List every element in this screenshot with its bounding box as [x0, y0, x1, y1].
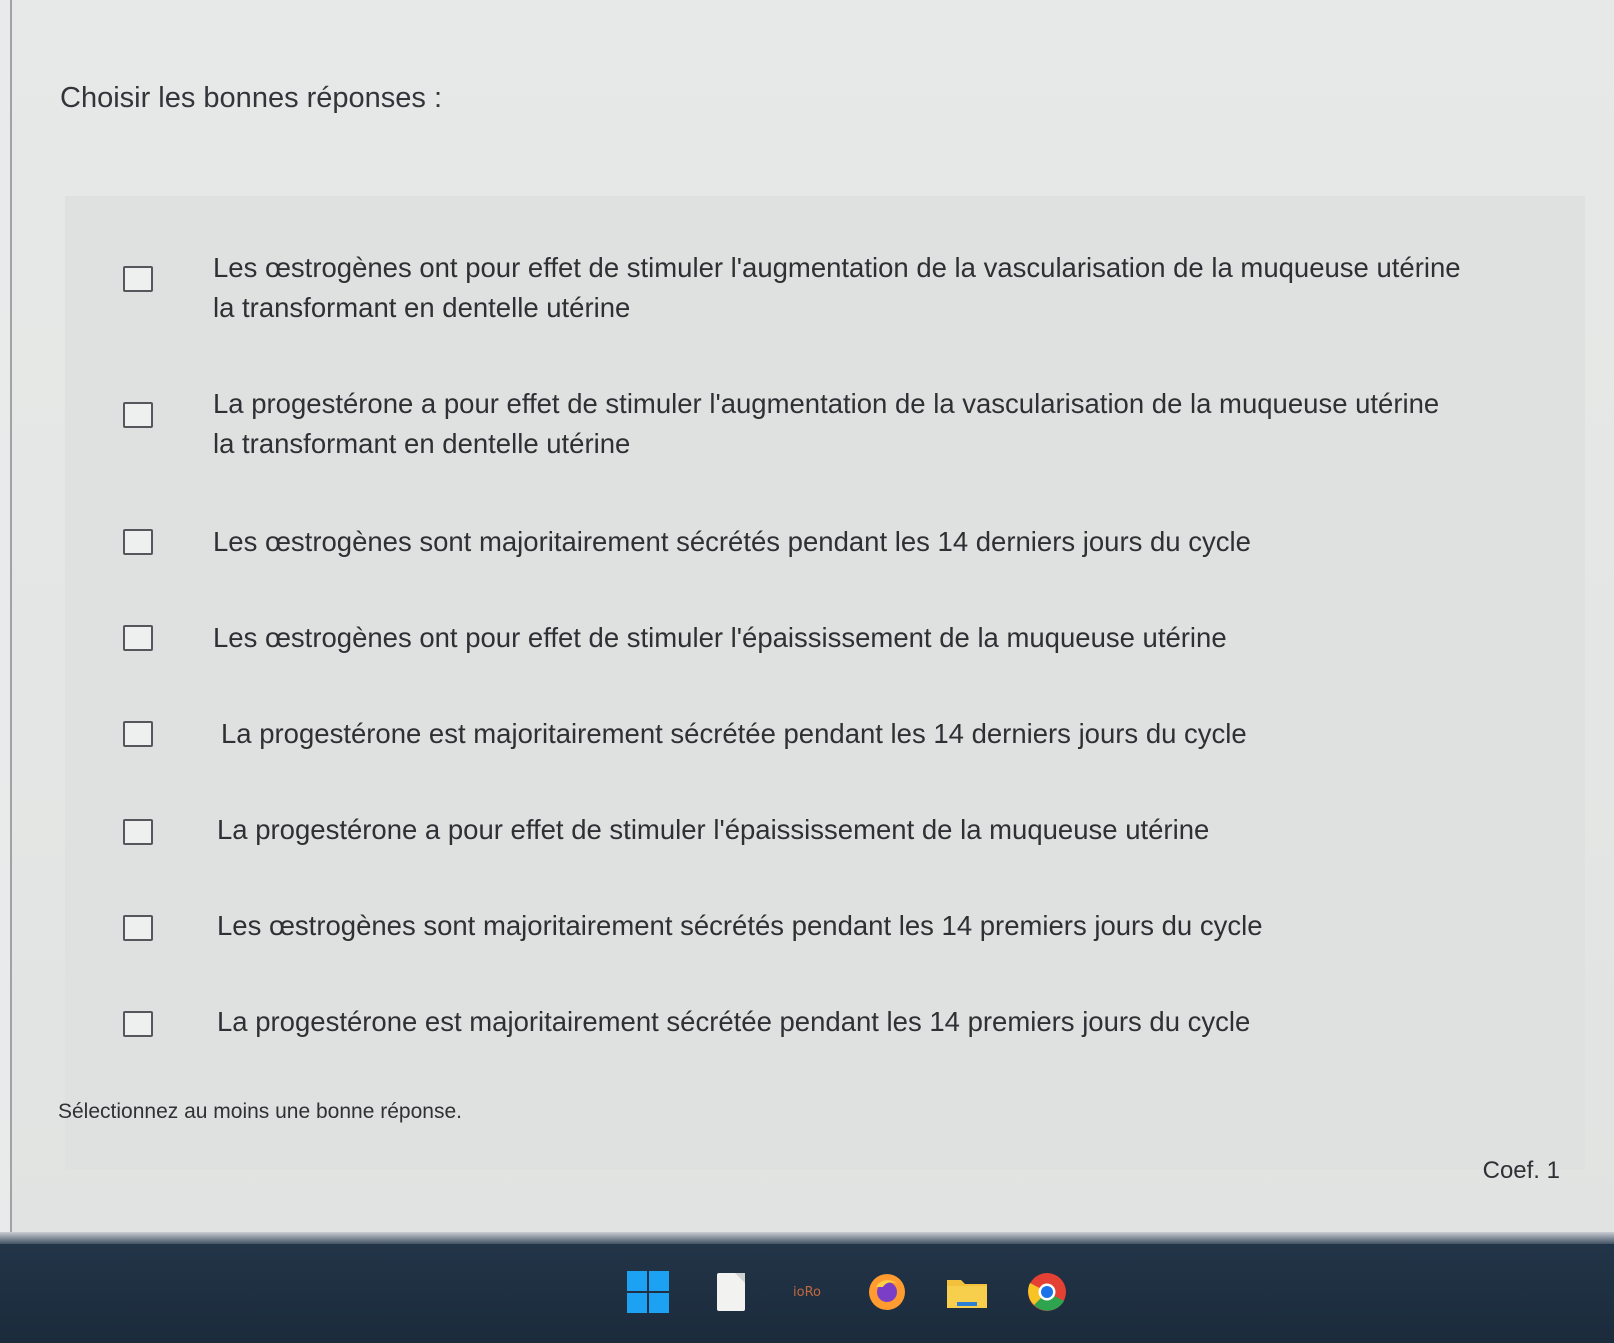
question-title: Choisir les bonnes réponses :: [60, 82, 443, 114]
answer-checkbox-7[interactable]: [123, 915, 153, 941]
answer-option-label-4: Les œstrogènes ont pour effet de stimule…: [213, 622, 1227, 653]
firefox-icon[interactable]: [865, 1270, 909, 1314]
file-explorer-icon[interactable]: [945, 1270, 989, 1314]
answer-checkbox-3[interactable]: [123, 529, 153, 555]
answer-hint-text: Sélectionnez au moins une bonne réponse.: [58, 1100, 462, 1123]
answer-checkbox-1[interactable]: [123, 266, 153, 292]
answer-option-8[interactable]: La progestérone est majoritairement sécr…: [65, 1000, 1545, 1050]
windows-start-icon[interactable]: [626, 1270, 670, 1314]
answer-checkbox-4[interactable]: [123, 625, 153, 651]
quiz-window: Choisir les bonnes réponses : Les œstrog…: [12, 0, 1614, 1240]
answer-option-2[interactable]: La progestérone a pour effet de stimuler…: [65, 380, 1545, 480]
answer-option-1[interactable]: Les œstrogènes ont pour effet de stimule…: [65, 244, 1545, 344]
answer-options-panel: Les œstrogènes ont pour effet de stimule…: [65, 196, 1585, 1170]
answer-option-4[interactable]: Les œstrogènes ont pour effet de stimule…: [65, 616, 1545, 666]
notes-app-icon[interactable]: [709, 1270, 753, 1314]
answer-option-label-6: La progestérone a pour effet de stimuler…: [217, 814, 1210, 845]
answer-option-label-1: Les œstrogènes ont pour effet de stimule…: [213, 252, 1461, 323]
answer-checkbox-6[interactable]: [123, 819, 153, 845]
answer-option-7[interactable]: Les œstrogènes sont majoritairement sécr…: [65, 904, 1545, 954]
answer-option-label-3: Les œstrogènes sont majoritairement sécr…: [213, 526, 1251, 557]
app-logo-icon[interactable]: ioRo: [785, 1270, 829, 1314]
answer-option-6[interactable]: La progestérone a pour effet de stimuler…: [65, 808, 1545, 858]
answer-option-5[interactable]: La progestérone est majoritairement sécr…: [65, 712, 1545, 762]
answer-option-3[interactable]: Les œstrogènes sont majoritairement sécr…: [65, 520, 1545, 570]
answer-checkbox-8[interactable]: [123, 1011, 153, 1037]
answer-option-label-7: Les œstrogènes sont majoritairement sécr…: [217, 910, 1263, 941]
answer-option-label-2: La progestérone a pour effet de stimuler…: [213, 388, 1440, 459]
answer-checkbox-5[interactable]: [123, 721, 153, 747]
answer-option-label-5: La progestérone est majoritairement sécr…: [221, 718, 1247, 749]
answer-option-label-8: La progestérone est majoritairement sécr…: [217, 1006, 1251, 1037]
coefficient-label: Coef. 1: [1482, 1157, 1560, 1184]
windows-taskbar: ioRo: [0, 1244, 1614, 1343]
answer-checkbox-2[interactable]: [123, 402, 153, 428]
chrome-icon[interactable]: [1025, 1270, 1069, 1314]
